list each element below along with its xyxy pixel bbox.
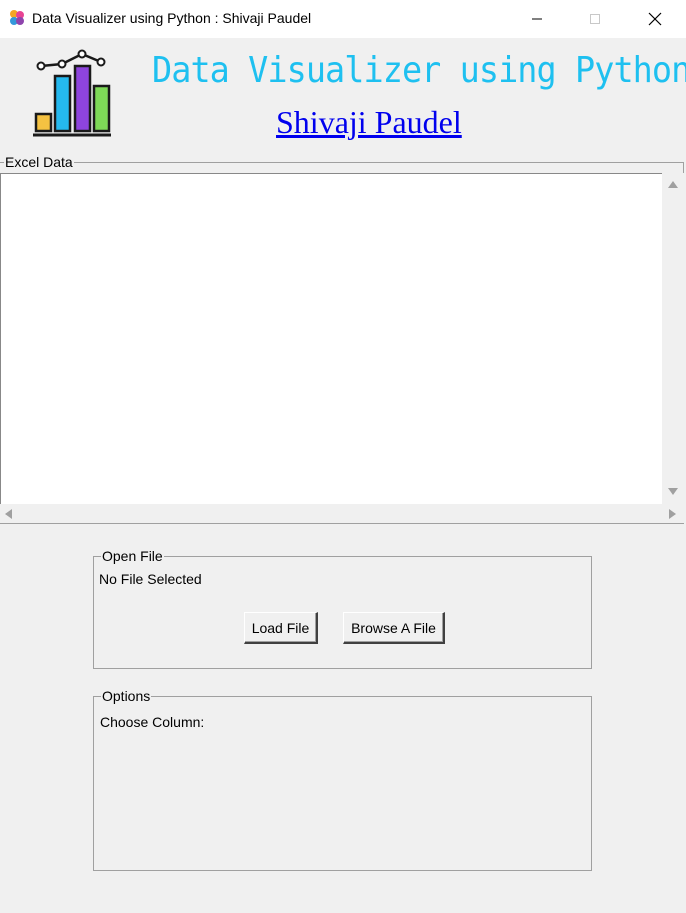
app-heading: Data Visualizer using Python: [152, 50, 686, 91]
scroll-down-icon[interactable]: [668, 488, 678, 495]
bar-chart-icon: [33, 49, 111, 137]
excel-data-label: Excel Data: [4, 154, 74, 170]
maximize-button[interactable]: [572, 0, 618, 38]
window-title: Data Visualizer using Python : Shivaji P…: [32, 10, 312, 26]
horizontal-scrollbar[interactable]: [0, 504, 684, 523]
close-icon: [648, 12, 662, 26]
close-button[interactable]: [632, 0, 678, 38]
minimize-button[interactable]: [514, 0, 560, 38]
scroll-right-icon[interactable]: [669, 509, 676, 519]
options-label: Options: [101, 688, 152, 704]
vertical-scrollbar[interactable]: [662, 173, 684, 504]
maximize-icon: [590, 14, 600, 24]
scroll-left-icon[interactable]: [5, 509, 12, 519]
scroll-up-icon[interactable]: [668, 181, 678, 188]
excel-data-view[interactable]: [0, 173, 662, 504]
choose-column-label: Choose Column:: [100, 714, 205, 730]
file-status-text: No File Selected: [99, 571, 202, 587]
minimize-icon: [532, 18, 542, 20]
browse-file-button[interactable]: Browse A File: [343, 612, 445, 644]
author-link[interactable]: Shivaji Paudel: [276, 104, 462, 141]
load-file-button[interactable]: Load File: [244, 612, 318, 644]
app-icon: [10, 10, 24, 25]
title-bar: Data Visualizer using Python : Shivaji P…: [0, 0, 686, 38]
open-file-label: Open File: [101, 548, 164, 564]
